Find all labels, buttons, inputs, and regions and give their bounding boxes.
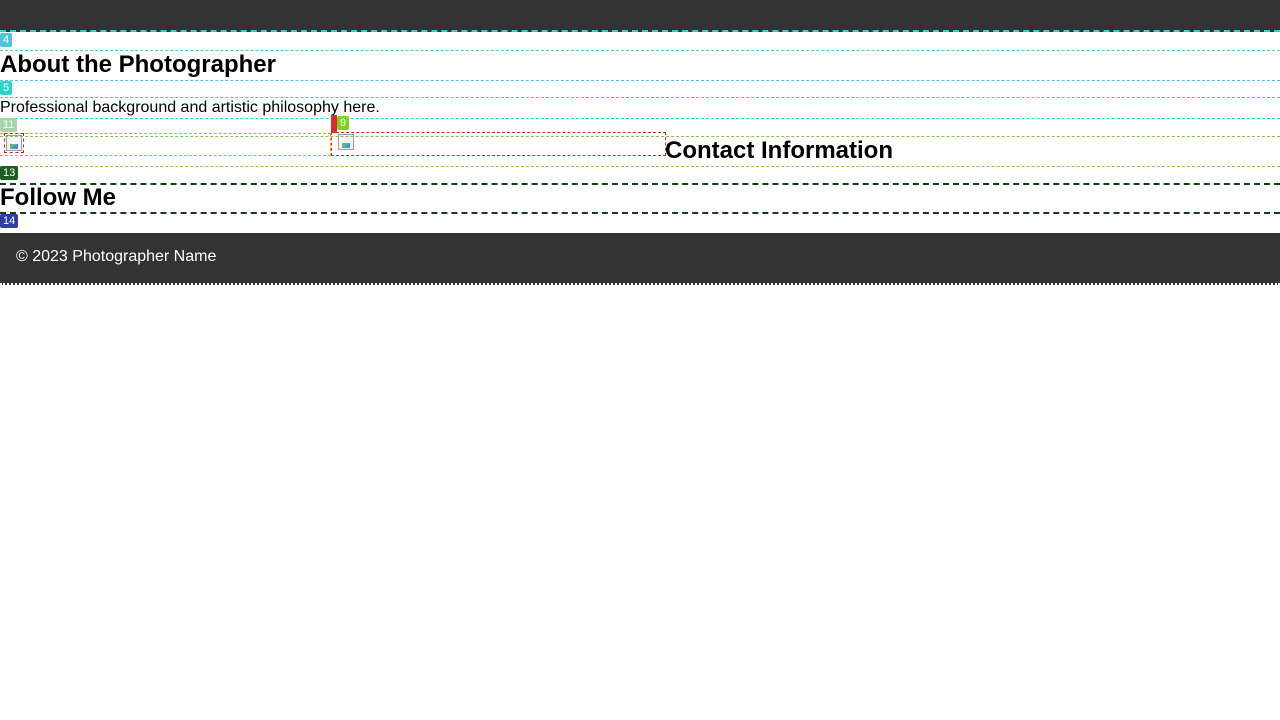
overlay-badge-5: 5: [0, 81, 13, 95]
about-text: Professional background and artistic phi…: [0, 99, 380, 116]
contact-heading: Contact Information: [665, 137, 893, 164]
about-heading: About the Photographer: [0, 51, 276, 78]
footer-copyright: © 2023 Photographer Name: [16, 248, 217, 265]
overlay-badge-9: 9: [337, 116, 350, 130]
social-heading-box: [0, 183, 1280, 214]
social-heading: Follow Me: [0, 184, 116, 211]
overlay-badge-4: 4: [0, 33, 13, 47]
page-footer: © 2023 Photographer Name: [0, 233, 1280, 285]
contact-heading-box: [0, 136, 1280, 167]
overlay-badge-13: 13: [0, 166, 19, 180]
overlay-badge-11: 11: [0, 118, 18, 132]
top-header-bar: [0, 0, 1280, 32]
overlay-badge-14: 14: [0, 214, 19, 228]
